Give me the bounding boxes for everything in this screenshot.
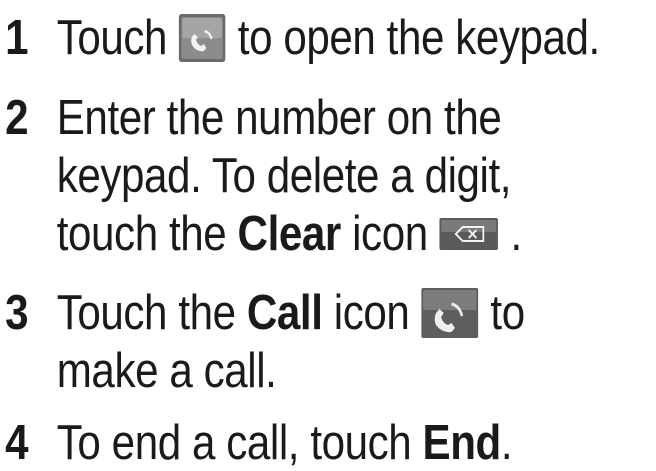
step-text-before: touch the (56, 207, 227, 261)
step-number: 3 (5, 286, 29, 340)
step-text-after: . (510, 207, 522, 261)
step-text: keypad. To delete a digit, (56, 149, 512, 203)
step-text-after: to open the keypad. (237, 11, 600, 65)
step-text: Touch to open the keypad. (57, 10, 600, 66)
phone-button-icon (178, 13, 226, 63)
step-text: touch the Clear icon . (57, 206, 522, 262)
step-number: 1 (5, 11, 29, 65)
call-label: Call (246, 286, 323, 340)
step-text-after: . (500, 416, 513, 470)
end-label: End (422, 416, 502, 470)
step-text-before: Touch the (56, 286, 236, 340)
step-number: 2 (5, 91, 29, 145)
step-text: Enter the number on the (56, 91, 502, 145)
step-text: To end a call, touch End. (56, 415, 513, 471)
clear-label: Clear (237, 207, 342, 261)
call-handset-icon (421, 287, 479, 339)
step-text-middle: icon (333, 286, 410, 340)
backspace-clear-icon (439, 217, 499, 251)
step-text: Touch the Call icon to (57, 285, 525, 342)
step-text-after: to (490, 286, 525, 340)
step-text-before: To end a call, touch (56, 416, 412, 470)
step-text-before: Touch (56, 11, 168, 65)
instruction-steps: 1 Touch to open the keypad. 2 Enter the … (0, 0, 656, 471)
step-number: 4 (5, 416, 29, 470)
step-text: make a call. (56, 344, 277, 398)
step-text-middle: icon (352, 207, 428, 261)
